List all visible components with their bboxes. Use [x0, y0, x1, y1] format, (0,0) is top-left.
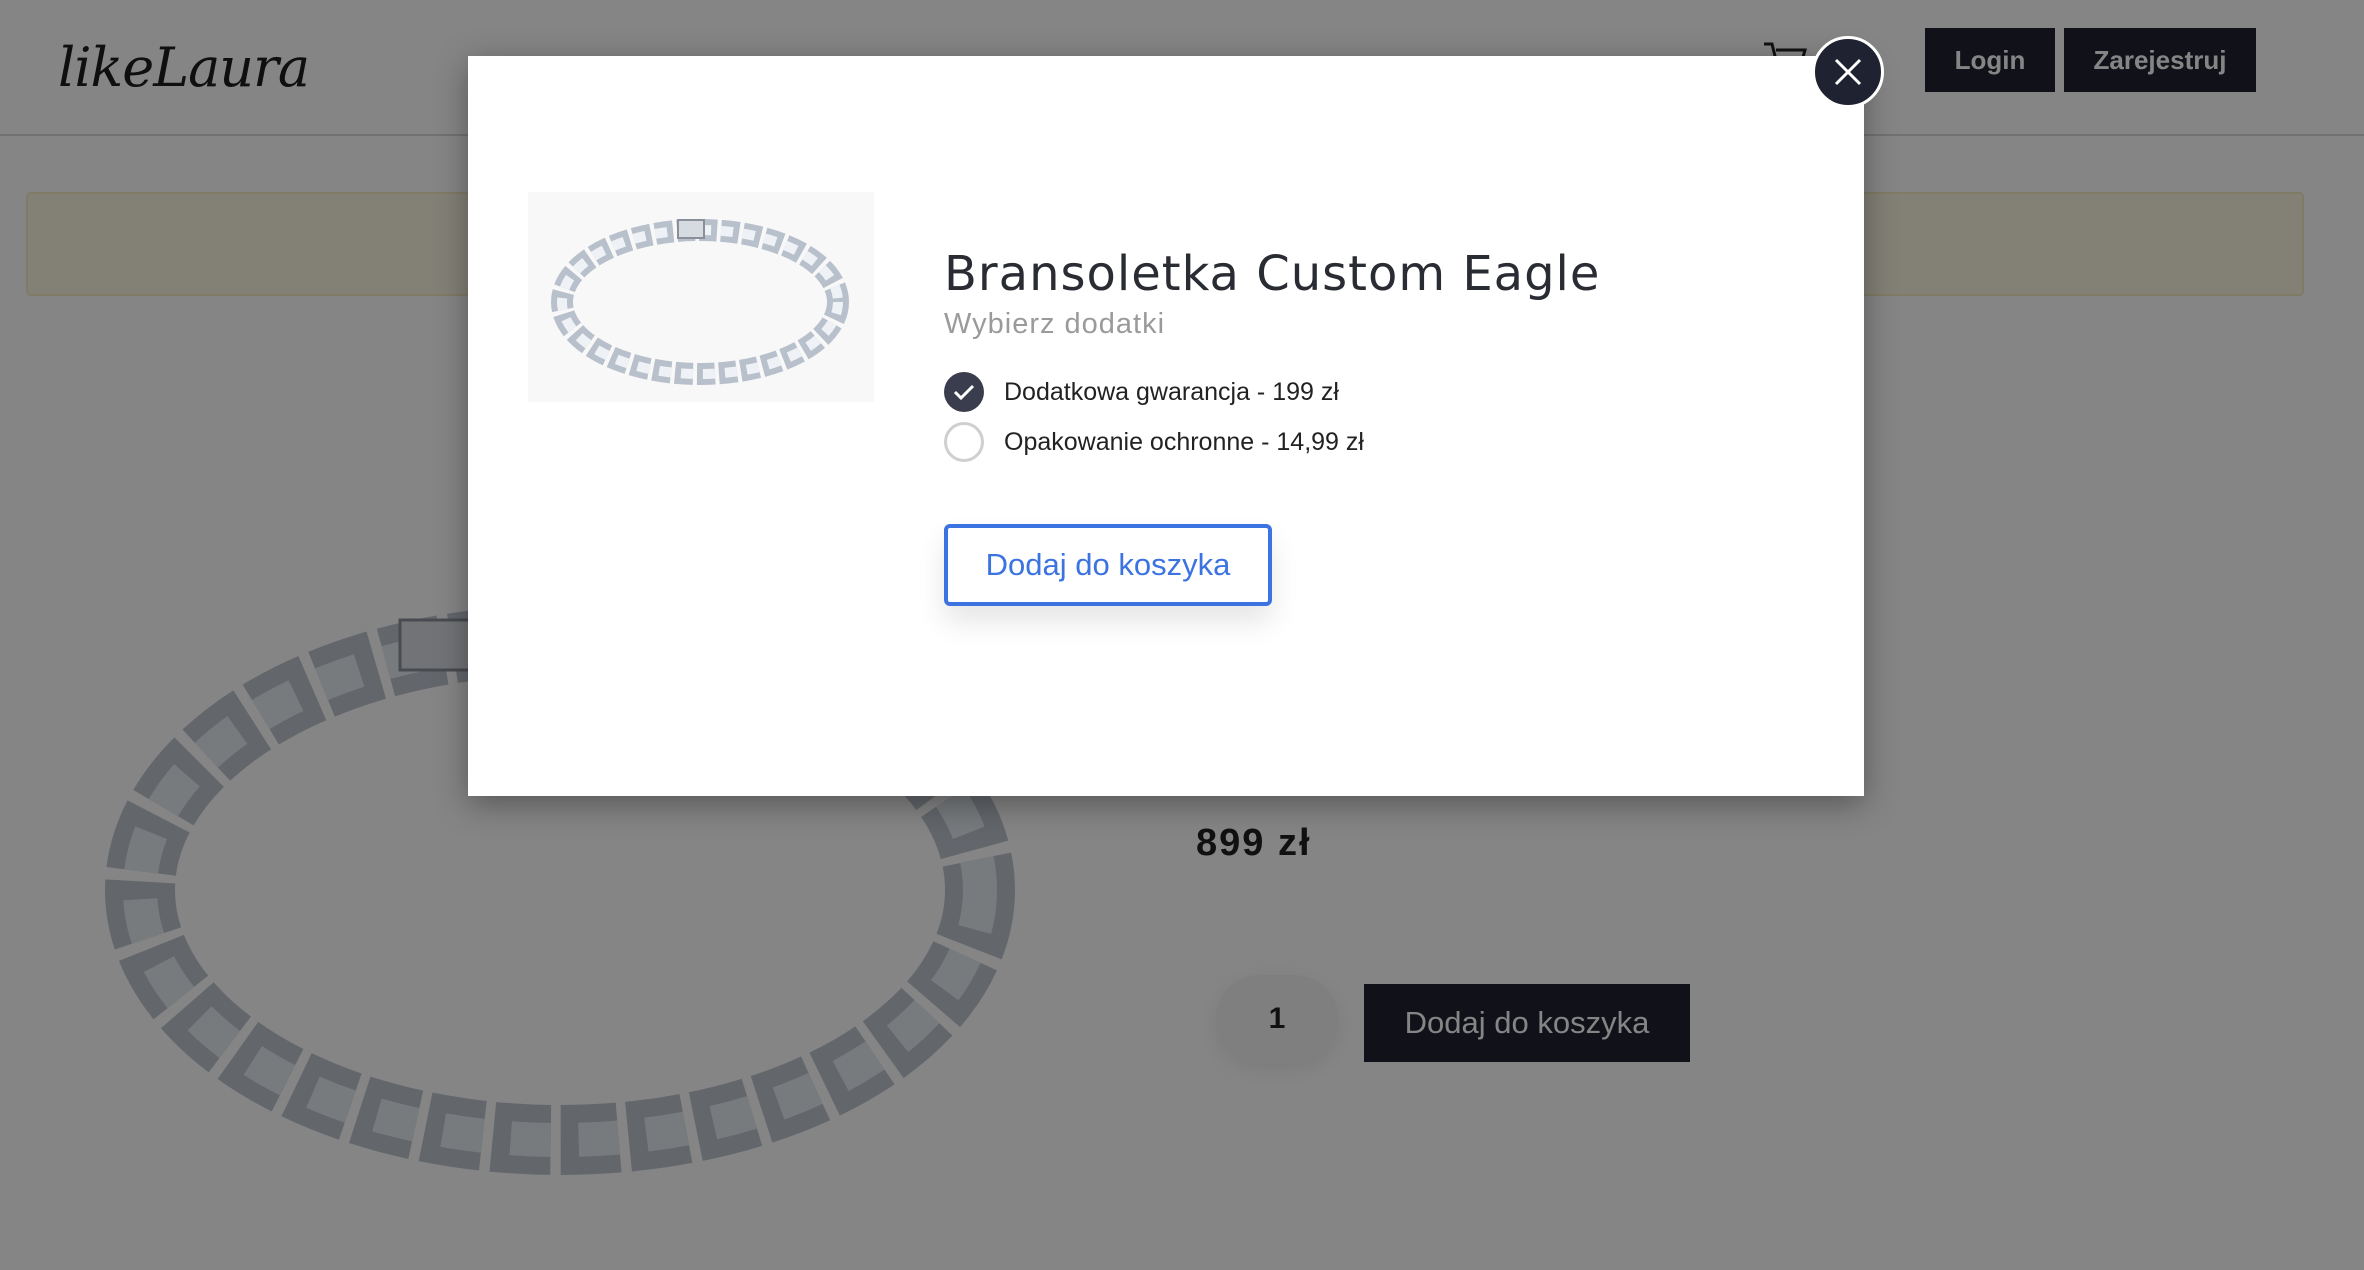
modal-product-image — [528, 192, 874, 402]
addon-option-warranty[interactable]: Dodatkowa gwarancja - 199 zł — [944, 370, 1339, 414]
addon-option-label: Opakowanie ochronne - 14,99 zł — [1004, 427, 1364, 456]
addon-option-packaging[interactable]: Opakowanie ochronne - 14,99 zł — [944, 420, 1364, 464]
modal-subtitle: Wybierz dodatki — [944, 308, 1166, 340]
unchecked-radio-icon[interactable] — [944, 422, 984, 462]
checked-radio-icon[interactable] — [944, 372, 984, 412]
addon-option-label: Dodatkowa gwarancja - 199 zł — [1004, 377, 1339, 406]
addons-modal: Bransoletka Custom Eagle Wybierz dodatki… — [468, 56, 1864, 796]
modal-add-to-cart-button[interactable]: Dodaj do koszyka — [944, 524, 1272, 606]
modal-title: Bransoletka Custom Eagle — [944, 245, 1601, 302]
close-modal-button[interactable] — [1812, 36, 1884, 108]
close-icon — [1834, 58, 1862, 86]
